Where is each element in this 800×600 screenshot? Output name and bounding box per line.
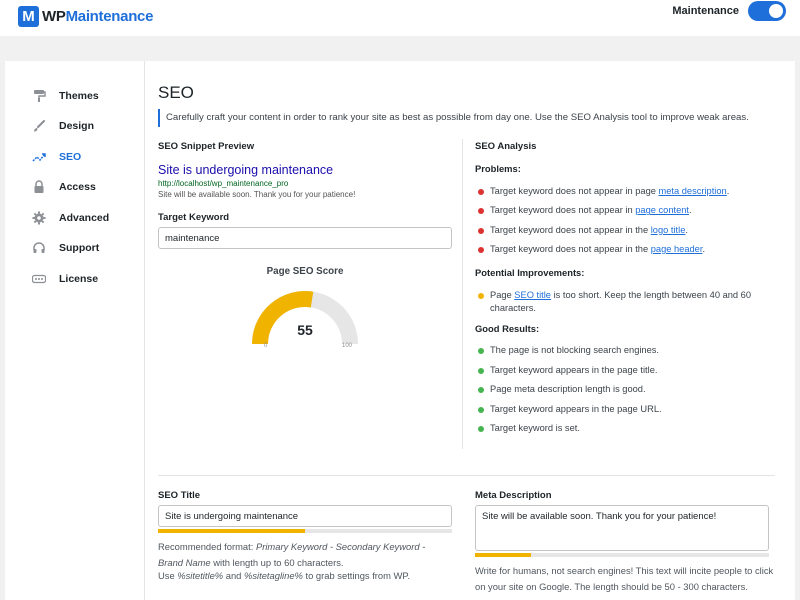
score-min: 0 — [264, 343, 268, 349]
status-dot — [478, 189, 484, 195]
lock-icon — [32, 180, 46, 194]
intro-text: Carefully craft your content in order to… — [158, 109, 778, 127]
sidebar-item-label: Access — [59, 181, 96, 193]
sidebar-item-license[interactable]: License — [32, 269, 98, 289]
sidebar-item-access[interactable]: Access — [32, 177, 96, 197]
trend-icon — [32, 150, 46, 164]
seo-title-label: SEO Title — [158, 490, 201, 501]
page-title: SEO — [158, 83, 194, 102]
sidebar-item-label: Design — [59, 120, 95, 132]
seo-title-input[interactable]: Site is undergoing maintenance — [158, 505, 452, 527]
support-icon — [32, 241, 46, 255]
seo-score-gauge: 55 0 100 — [250, 289, 360, 351]
score-max: 100 — [341, 343, 352, 349]
analysis-item-text: Page meta description length is good. — [490, 384, 646, 394]
analysis-item: Target keyword does not appear in page c… — [478, 204, 768, 217]
sidebar-item-label: License — [59, 273, 99, 285]
analysis-item-text: The page is not blocking search engines. — [490, 345, 660, 355]
status-dot — [478, 227, 484, 234]
status-dot — [478, 387, 484, 393]
logo-text: WPMaintenance — [42, 8, 154, 25]
seo-title-length-fill — [158, 529, 305, 533]
sidebar-item-seo[interactable]: SEO — [32, 147, 81, 167]
analysis-link[interactable]: logo title — [651, 225, 686, 235]
status-dot — [478, 208, 484, 215]
column-divider — [462, 139, 463, 449]
logo-mark: M — [18, 6, 39, 27]
meta-length-bar — [475, 553, 769, 557]
analysis-item: Target keyword does not appear in the lo… — [478, 224, 768, 237]
problems-heading: Problems: — [475, 163, 521, 174]
sidebar-item-label: Support — [59, 242, 100, 254]
score-title: Page SEO Score — [266, 266, 344, 277]
seo-title-length-bar — [158, 529, 452, 533]
brush-icon — [32, 119, 46, 133]
good-results-heading: Good Results: — [475, 323, 540, 334]
analysis-item-text: Target keyword does not appear in the lo… — [490, 224, 688, 235]
seo-title-help-format: Recommended format: Primary Keyword - Se… — [158, 541, 426, 568]
status-dot — [478, 348, 484, 354]
left-column: SEO Snippet Preview Site is undergoing m… — [158, 141, 452, 349]
analysis-item: Target keyword appears in the page URL. — [478, 403, 768, 416]
snippet-url: http://localhost/wp_maintenance_pro — [158, 179, 289, 188]
logo: M WPMaintenance — [18, 6, 153, 27]
meta-length-fill — [475, 553, 531, 557]
target-keyword-label: Target Keyword — [158, 212, 230, 223]
analysis-link[interactable]: page header — [651, 244, 703, 254]
analysis-item: The page is not blocking search engines. — [478, 344, 768, 357]
analysis-item-text: Page SEO title is too short. Keep the le… — [490, 290, 752, 313]
analysis-item: Page meta description length is good. — [478, 383, 768, 396]
paint-roller-icon — [32, 89, 46, 103]
analysis-item: Target keyword is set. — [478, 422, 768, 435]
status-dot — [478, 367, 484, 374]
main-panel: Themes Design SEO Access Advanced Suppor… — [5, 61, 795, 600]
analysis-item-text: Target keyword appears in the page URL. — [490, 403, 662, 414]
dots-icon — [32, 272, 46, 286]
sidebar-item-support[interactable]: Support — [32, 238, 99, 258]
seo-title-help-vars: Use %sitetitle% and %sitetagline% to gra… — [158, 570, 411, 581]
sidebar-item-design[interactable]: Design — [32, 116, 94, 136]
analysis-item: Target keyword does not appear in the pa… — [478, 243, 768, 256]
section-divider — [158, 475, 775, 476]
sidebar-item-label: SEO — [59, 151, 82, 163]
snippet-title: Site is undergoing maintenance — [158, 163, 334, 177]
status-dot — [478, 406, 484, 413]
sidebar-item-themes[interactable]: Themes — [32, 86, 99, 106]
maintenance-label: Maintenance — [672, 5, 739, 17]
right-column: SEO Analysis Problems: Target keyword do… — [475, 141, 775, 433]
analysis-item-text: Target keyword does not appear in the pa… — [490, 243, 706, 254]
meta-description-input[interactable]: Site will be available soon. Thank you f… — [475, 505, 769, 551]
status-dot — [478, 293, 484, 299]
gear-icon — [32, 211, 46, 225]
analysis-item-text: Target keyword is set. — [490, 423, 580, 433]
snippet-description: Site will be available soon. Thank you f… — [158, 190, 356, 199]
analysis-link[interactable]: SEO title — [514, 290, 551, 300]
analysis-item: Target keyword does not appear in page m… — [478, 185, 768, 198]
maintenance-toggle-group: Maintenance — [672, 0, 786, 22]
meta-description-help: Write for humans, not search engines! Th… — [475, 565, 774, 592]
status-dot — [478, 426, 484, 432]
meta-description-label: Meta Description — [475, 490, 552, 501]
snippet-heading: SEO Snippet Preview — [158, 141, 255, 152]
sidebar: Themes Design SEO Access Advanced Suppor… — [5, 61, 145, 600]
toggle-knob — [769, 4, 783, 18]
status-dot — [478, 246, 484, 253]
analysis-item-text: Target keyword appears in the page title… — [490, 364, 658, 375]
target-keyword-input[interactable]: maintenance — [158, 227, 452, 249]
sidebar-item-label: Advanced — [59, 212, 110, 224]
analysis-item: Page SEO title is too short. Keep the le… — [478, 289, 768, 315]
sidebar-item-label: Themes — [59, 90, 99, 102]
improvements-heading: Potential Improvements: — [475, 267, 585, 278]
analysis-heading: SEO Analysis — [475, 141, 537, 152]
score-value: 55 — [297, 322, 313, 338]
maintenance-toggle[interactable] — [748, 1, 786, 21]
sidebar-item-advanced[interactable]: Advanced — [32, 208, 109, 228]
analysis-item-text: Target keyword does not appear in page m… — [490, 186, 730, 196]
analysis-link[interactable]: page content — [635, 205, 689, 215]
analysis-link[interactable]: meta description — [659, 186, 727, 196]
top-bar: M WPMaintenance Maintenance — [0, 0, 800, 36]
analysis-item-text: Target keyword does not appear in page c… — [490, 205, 692, 216]
analysis-item: Target keyword appears in the page title… — [478, 364, 768, 377]
